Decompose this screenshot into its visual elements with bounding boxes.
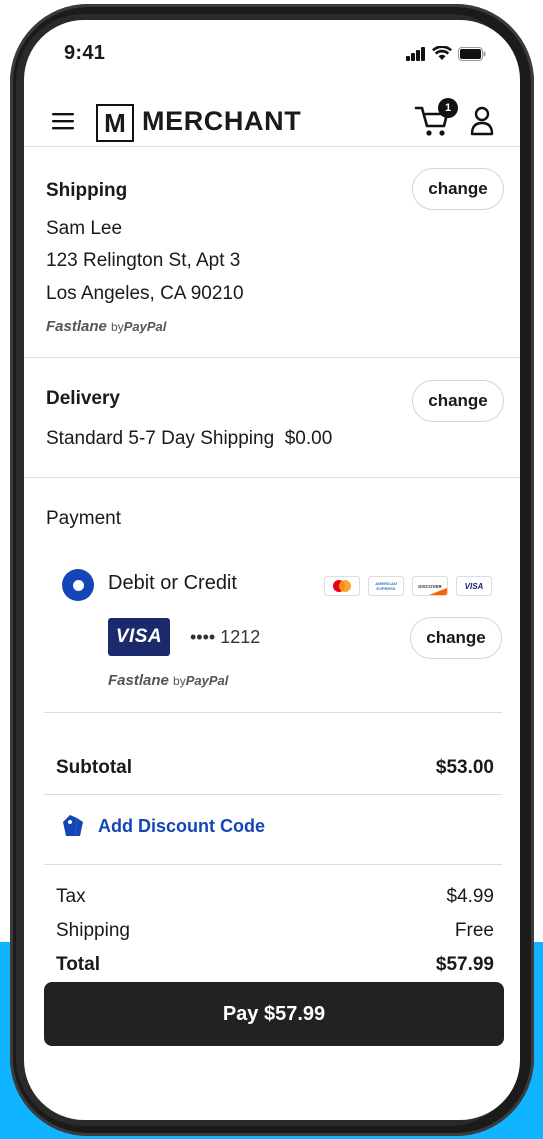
fastlane-brand: Fastlane (108, 672, 169, 689)
phone-screen: 9:41 M MERCHANT 1 Shipping change Sam Le… (24, 20, 520, 1120)
tax-value: $4.99 (446, 886, 494, 907)
delivery-change-button[interactable]: change (412, 380, 504, 422)
status-icons (406, 46, 486, 61)
shipping-change-button[interactable]: change (412, 168, 504, 210)
discover-label: DISCOVER (418, 583, 442, 589)
menu-icon[interactable] (52, 112, 74, 130)
delivery-method: Standard 5-7 Day Shipping $0.00 (46, 428, 332, 450)
shipping-cost-label: Shipping (56, 920, 130, 941)
shipping-address-line1: 123 Relington St, Apt 3 (46, 250, 241, 271)
pay-button[interactable]: Pay $57.99 (44, 982, 504, 1046)
add-discount-code-link[interactable]: Add Discount Code (60, 814, 265, 838)
logo-mark: M (96, 104, 134, 142)
tag-icon (63, 815, 83, 836)
status-time: 9:41 (64, 42, 106, 64)
total-label: Total (56, 954, 100, 975)
shipping-fastlane-logo: Fastlane byPayPal (46, 318, 166, 335)
amex-icon: AMERICAN EXPRESS (368, 576, 404, 596)
discount-label: Add Discount Code (98, 815, 265, 836)
saved-card-visa-badge: VISA (108, 618, 170, 656)
payment-option-label[interactable]: Debit or Credit (108, 572, 237, 595)
battery-icon (458, 46, 486, 61)
payment-title: Payment (46, 508, 121, 529)
radio-dot (72, 579, 84, 591)
mastercard-circles (333, 580, 351, 592)
discount-divider (44, 864, 502, 865)
tax-row: Tax $4.99 (56, 886, 494, 908)
fastlane-by: by (111, 320, 124, 334)
shipping-address-line2: Los Angeles, CA 90210 (46, 283, 244, 304)
subtotal-value: $53.00 (435, 757, 494, 778)
shipping-name: Sam Lee (46, 218, 123, 239)
masked-card-number: •••• 1212 (190, 627, 261, 647)
subtotal-row: Subtotal $53.00 (56, 757, 494, 779)
delivery-divider (24, 477, 520, 478)
cart-badge: 1 (438, 98, 458, 118)
accepted-card-logos: AMERICAN EXPRESS DISCOVER VISA (324, 576, 492, 596)
subtotal-divider (44, 794, 502, 795)
fastlane-paypal: PayPal (185, 673, 229, 688)
total-value: $57.99 (435, 954, 494, 975)
payment-radio-selected[interactable] (62, 569, 94, 601)
logo-text: MERCHANT (142, 106, 302, 136)
payment-divider (44, 712, 502, 713)
subtotal-label: Subtotal (56, 757, 132, 778)
header-divider (24, 146, 520, 147)
tax-label: Tax (56, 886, 86, 907)
discover-icon: DISCOVER (412, 576, 448, 596)
user-icon[interactable] (470, 106, 494, 136)
delivery-price: $0.00 (284, 428, 333, 449)
shipping-cost-row: Shipping Free (56, 920, 494, 942)
visa-small-icon: VISA (456, 576, 492, 596)
wifi-icon (432, 46, 452, 60)
payment-change-button[interactable]: change (410, 617, 502, 659)
total-row: Total $57.99 (56, 954, 494, 976)
signal-icon (406, 46, 425, 61)
logo-letter: M (104, 107, 126, 138)
discover-stripe (429, 588, 447, 595)
shipping-cost-value: Free (454, 920, 494, 941)
fastlane-by: by (173, 674, 186, 688)
fastlane-paypal: PayPal (123, 319, 167, 334)
delivery-method-name: Standard 5-7 Day Shipping (46, 428, 275, 449)
app-header: M MERCHANT 1 (24, 98, 520, 148)
payment-fastlane-logo: Fastlane byPayPal (108, 672, 228, 689)
mastercard-icon (324, 576, 360, 596)
delivery-title: Delivery (46, 388, 120, 409)
shipping-title: Shipping (46, 180, 128, 201)
fastlane-brand: Fastlane (46, 318, 107, 335)
shipping-divider (24, 357, 520, 358)
